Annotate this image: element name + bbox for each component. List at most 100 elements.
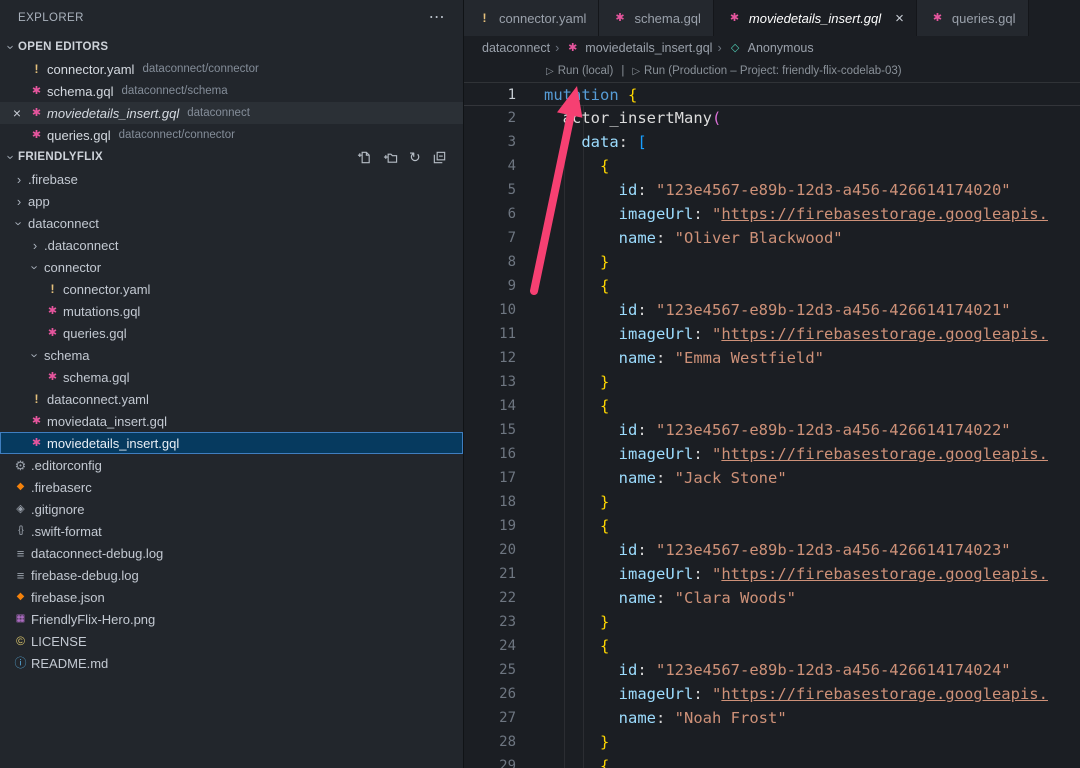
code-text[interactable]: { [516, 634, 1080, 658]
code-text[interactable]: name: "Emma Westfield" [516, 346, 1080, 370]
code-token [544, 541, 619, 559]
code-line: 8 } [464, 250, 1080, 274]
breadcrumb-item[interactable]: ◇Anonymous [727, 41, 814, 55]
code-text[interactable]: } [516, 370, 1080, 394]
tree-item[interactable]: ›app [0, 190, 463, 212]
code-text[interactable]: id: "123e4567-e89b-12d3-a456-42661417402… [516, 538, 1080, 562]
tree-item[interactable]: ◈.gitignore [0, 498, 463, 520]
editor-tab[interactable]: ✱moviedetails_insert.gql× [714, 0, 917, 36]
new-file-button[interactable] [357, 150, 372, 165]
tree-item[interactable]: ›connector [0, 256, 463, 278]
code-token: "123e4567-e89b-12d3-a456-426614174020" [656, 181, 1011, 199]
code-text[interactable]: { [516, 274, 1080, 298]
tree-item[interactable]: ✱mutations.gql [0, 300, 463, 322]
code-token [544, 685, 619, 703]
code-token: imageUrl [619, 205, 694, 223]
chevron-down-icon: › [28, 348, 43, 362]
log-icon: ≡ [12, 569, 29, 582]
editor-tab[interactable]: !connector.yaml [464, 0, 599, 36]
open-editor-item[interactable]: ✱schema.gqldataconnect/schema [0, 80, 463, 102]
code-text[interactable]: imageUrl: "https://firebasestorage.googl… [516, 442, 1080, 466]
tree-item[interactable]: ›.firebase [0, 168, 463, 190]
tree-item[interactable]: ©LICENSE [0, 630, 463, 652]
code-token [544, 205, 619, 223]
code-text[interactable]: } [516, 490, 1080, 514]
tree-item[interactable]: ◆.firebaserc [0, 476, 463, 498]
code-line: 1mutation { [464, 82, 1080, 106]
tree-item[interactable]: ◆firebase.json [0, 586, 463, 608]
code-text[interactable]: id: "123e4567-e89b-12d3-a456-42661417402… [516, 658, 1080, 682]
tree-item[interactable]: ⓘREADME.md [0, 652, 463, 674]
line-number: 12 [464, 346, 516, 370]
tree-item[interactable]: ▦FriendlyFlix-Hero.png [0, 608, 463, 630]
code-token [544, 277, 600, 295]
tree-item[interactable]: ≡dataconnect-debug.log [0, 542, 463, 564]
editor-tab[interactable]: ✱schema.gql [599, 0, 713, 36]
code-text[interactable]: imageUrl: "https://firebasestorage.googl… [516, 322, 1080, 346]
breadcrumb-item[interactable]: ✱moviedetails_insert.gql [564, 41, 712, 55]
line-number: 1 [464, 83, 516, 105]
code-token [647, 661, 656, 679]
code-token [647, 301, 656, 319]
code-text[interactable]: { [516, 754, 1080, 768]
code-text[interactable]: { [516, 514, 1080, 538]
code-text[interactable]: { [516, 394, 1080, 418]
tree-item[interactable]: ›.dataconnect [0, 234, 463, 256]
tree-item[interactable]: ⚙.editorconfig [0, 454, 463, 476]
tree-item[interactable]: ›dataconnect [0, 212, 463, 234]
open-editor-item[interactable]: ×✱moviedetails_insert.gqldataconnect [0, 102, 463, 124]
workspace-label: FRIENDLYFLIX [18, 151, 103, 163]
workspace-header[interactable]: › FRIENDLYFLIX ↻ [0, 146, 463, 168]
tree-item[interactable]: {}.swift-format [0, 520, 463, 542]
line-number: 2 [464, 106, 516, 130]
code-text[interactable]: name: "Noah Frost" [516, 706, 1080, 730]
open-editors-header[interactable]: › OPEN EDITORS [0, 36, 463, 58]
code-token: { [600, 157, 609, 175]
code-text[interactable]: imageUrl: "https://firebasestorage.googl… [516, 562, 1080, 586]
codelens-run-link[interactable]: ▷Run (local) [546, 65, 613, 77]
tree-item[interactable]: ✱moviedetails_insert.gql [0, 432, 463, 454]
braces-icon: {} [12, 526, 29, 536]
tree-item[interactable]: ≡firebase-debug.log [0, 564, 463, 586]
file-name: connector.yaml [47, 62, 134, 77]
tree-item[interactable]: ›schema [0, 344, 463, 366]
code-text[interactable]: name: "Clara Woods" [516, 586, 1080, 610]
code-text[interactable]: } [516, 610, 1080, 634]
refresh-button[interactable]: ↻ [409, 150, 421, 164]
code-text[interactable]: imageUrl: "https://firebasestorage.googl… [516, 202, 1080, 226]
collapse-all-button[interactable] [432, 150, 447, 165]
line-number: 13 [464, 370, 516, 394]
code-text[interactable]: { [516, 154, 1080, 178]
tree-item[interactable]: ✱queries.gql [0, 322, 463, 344]
tree-item[interactable]: ✱schema.gql [0, 366, 463, 388]
open-editor-item[interactable]: !connector.yamldataconnect/connector [0, 58, 463, 80]
code-text[interactable]: id: "123e4567-e89b-12d3-a456-42661417402… [516, 418, 1080, 442]
code-text[interactable]: id: "123e4567-e89b-12d3-a456-42661417402… [516, 178, 1080, 202]
code-text[interactable]: name: "Oliver Blackwood" [516, 226, 1080, 250]
new-folder-button[interactable] [383, 150, 398, 165]
tree-item[interactable]: ✱moviedata_insert.gql [0, 410, 463, 432]
code-text[interactable]: actor_insertMany( [516, 106, 1080, 130]
code-token: { [600, 517, 609, 535]
code-editor[interactable]: 1mutation {2 actor_insertMany(3 data: [4… [464, 82, 1080, 768]
code-text[interactable]: } [516, 250, 1080, 274]
breadcrumb-item[interactable]: dataconnect [482, 41, 550, 55]
code-text[interactable]: mutation { [516, 83, 1080, 105]
code-text[interactable]: data: [ [516, 130, 1080, 154]
codelens-run-link[interactable]: ▷Run (Production – Project: friendly-fli… [632, 65, 901, 77]
close-icon[interactable]: × [6, 105, 28, 121]
file-path: dataconnect/schema [121, 85, 227, 97]
code-text[interactable]: id: "123e4567-e89b-12d3-a456-42661417402… [516, 298, 1080, 322]
tree-item[interactable]: !connector.yaml [0, 278, 463, 300]
close-icon[interactable]: × [895, 11, 904, 26]
code-token: : [637, 301, 646, 319]
code-text[interactable]: imageUrl: "https://firebasestorage.googl… [516, 682, 1080, 706]
line-number: 20 [464, 538, 516, 562]
code-token: imageUrl [619, 325, 694, 343]
open-editor-item[interactable]: ✱queries.gqldataconnect/connector [0, 124, 463, 146]
more-actions-icon[interactable]: ⋯ [429, 10, 445, 26]
code-text[interactable]: } [516, 730, 1080, 754]
code-text[interactable]: name: "Jack Stone" [516, 466, 1080, 490]
editor-tab[interactable]: ✱queries.gql [917, 0, 1029, 36]
tree-item[interactable]: !dataconnect.yaml [0, 388, 463, 410]
